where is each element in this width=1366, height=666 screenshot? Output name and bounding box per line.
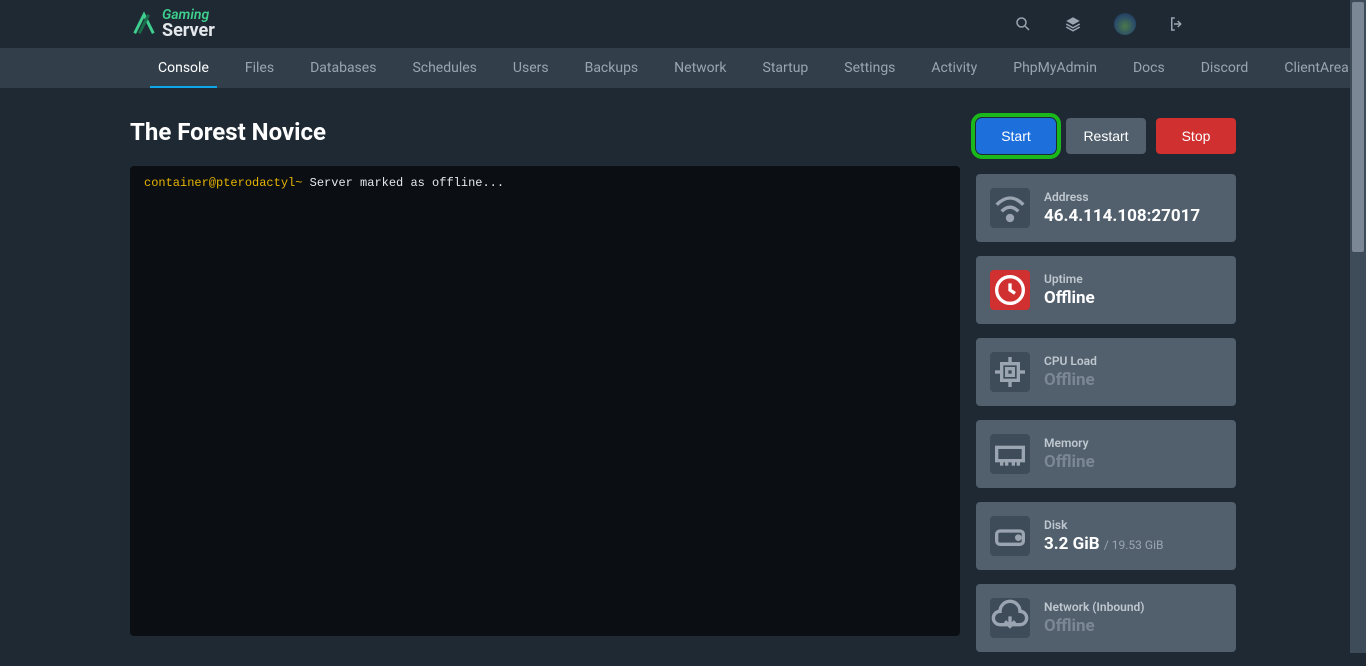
cloud-download-icon: [990, 598, 1030, 638]
stat-value: Offline: [1044, 452, 1095, 472]
stat-value: 46.4.114.108:27017: [1044, 206, 1200, 226]
brand-logo[interactable]: Gaming Server: [130, 8, 215, 40]
stat-label: Disk: [1044, 518, 1163, 532]
nav-settings[interactable]: Settings: [826, 48, 913, 88]
scrollbar[interactable]: [1350, 0, 1366, 653]
stat-disk: Disk 3.2 GiB / 19.53 GiB: [976, 502, 1236, 570]
wifi-icon: [990, 188, 1030, 228]
nav-files[interactable]: Files: [227, 48, 292, 88]
stat-network-inbound: Network (Inbound) Offline: [976, 584, 1236, 652]
clock-icon: [990, 270, 1030, 310]
nav-users[interactable]: Users: [495, 48, 567, 88]
stat-label: CPU Load: [1044, 354, 1097, 368]
stat-label: Memory: [1044, 436, 1095, 450]
topbar-actions: [1014, 13, 1366, 35]
stat-value: Offline: [1044, 288, 1095, 308]
search-icon[interactable]: [1014, 15, 1032, 33]
topbar: Gaming Server: [0, 0, 1366, 48]
side-column: Start Restart Stop Address 46.4.114.108:…: [976, 118, 1236, 666]
stat-value: Offline: [1044, 370, 1097, 390]
restart-button[interactable]: Restart: [1066, 118, 1146, 154]
brand-bottom: Server: [162, 22, 215, 40]
cpu-icon: [990, 352, 1030, 392]
nav-startup[interactable]: Startup: [745, 48, 827, 88]
content: The Forest Novice container@pterodactyl~…: [0, 88, 1366, 666]
stop-button[interactable]: Stop: [1156, 118, 1236, 154]
nav-databases[interactable]: Databases: [292, 48, 394, 88]
start-button[interactable]: Start: [976, 118, 1056, 154]
stat-address: Address 46.4.114.108:27017: [976, 174, 1236, 242]
avatar[interactable]: [1114, 13, 1136, 35]
stat-value: 3.2 GiB / 19.53 GiB: [1044, 534, 1163, 554]
stat-label: Address: [1044, 190, 1200, 204]
nav-network[interactable]: Network: [656, 48, 744, 88]
logout-icon[interactable]: [1168, 15, 1186, 33]
nav-activity[interactable]: Activity: [913, 48, 995, 88]
stat-value: Offline: [1044, 616, 1145, 636]
nav-docs[interactable]: Docs: [1115, 48, 1183, 88]
layers-icon[interactable]: [1064, 15, 1082, 33]
navbar: ConsoleFilesDatabasesSchedulesUsersBacku…: [0, 48, 1366, 88]
nav-discord[interactable]: Discord: [1183, 48, 1267, 88]
nav-backups[interactable]: Backups: [567, 48, 657, 88]
main-column: The Forest Novice container@pterodactyl~…: [130, 118, 960, 666]
nav-phpmyadmin[interactable]: PhpMyAdmin: [995, 48, 1115, 88]
nav-schedules[interactable]: Schedules: [394, 48, 494, 88]
memory-icon: [990, 434, 1030, 474]
disk-icon: [990, 516, 1030, 556]
console-output[interactable]: container@pterodactyl~ Server marked as …: [130, 166, 960, 636]
server-title: The Forest Novice: [130, 118, 960, 146]
scrollbar-thumb[interactable]: [1352, 2, 1364, 252]
stat-memory: Memory Offline: [976, 420, 1236, 488]
stat-uptime: Uptime Offline: [976, 256, 1236, 324]
nav-console[interactable]: Console: [140, 48, 227, 88]
logo-mark-icon: [130, 10, 158, 38]
stat-cpu: CPU Load Offline: [976, 338, 1236, 406]
stat-label: Uptime: [1044, 272, 1095, 286]
power-buttons: Start Restart Stop: [976, 118, 1236, 154]
stat-label: Network (Inbound): [1044, 600, 1145, 614]
